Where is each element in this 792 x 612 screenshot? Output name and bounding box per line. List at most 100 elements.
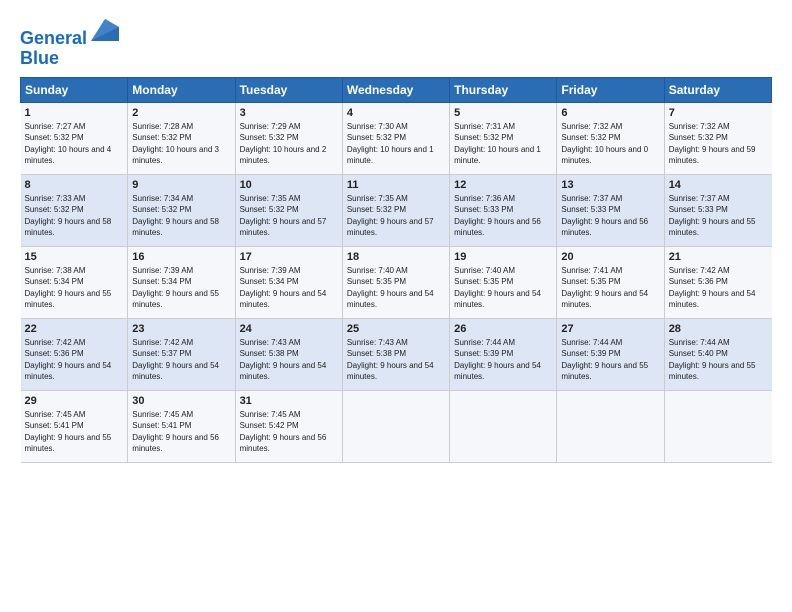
day-info: Sunrise: 7:40 AMSunset: 5:35 PMDaylight:… xyxy=(454,265,552,311)
header-cell-friday: Friday xyxy=(557,77,664,102)
calendar-body: 1Sunrise: 7:27 AMSunset: 5:32 PMDaylight… xyxy=(21,102,772,462)
day-cell: 26 Sunrise: 7:44 AMSunset: 5:39 PMDayligh… xyxy=(450,318,557,390)
day-number: 7 xyxy=(669,107,768,119)
day-cell: 29 Sunrise: 7:45 AMSunset: 5:41 PMDayligh… xyxy=(21,390,128,462)
day-cell: 24Sunrise: 7:43 AMSunset: 5:38 PMDayligh… xyxy=(235,318,342,390)
day-cell: 3 Sunrise: 7:29 AMSunset: 5:32 PMDaylight… xyxy=(235,102,342,174)
day-cell: 8Sunrise: 7:33 AMSunset: 5:32 PMDaylight… xyxy=(21,174,128,246)
day-cell: 10Sunrise: 7:35 AMSunset: 5:32 PMDayligh… xyxy=(235,174,342,246)
header-cell-thursday: Thursday xyxy=(450,77,557,102)
day-cell: 14 Sunrise: 7:37 AMSunset: 5:33 PMDayligh… xyxy=(664,174,771,246)
day-cell: 5 Sunrise: 7:31 AMSunset: 5:32 PMDaylight… xyxy=(450,102,557,174)
week-row-3: 15 Sunrise: 7:38 AMSunset: 5:34 PMDayligh… xyxy=(21,246,772,318)
day-cell: 6 Sunrise: 7:32 AMSunset: 5:32 PMDaylight… xyxy=(557,102,664,174)
day-number: 5 xyxy=(454,107,552,119)
day-cell: 27 Sunrise: 7:44 AMSunset: 5:39 PMDayligh… xyxy=(557,318,664,390)
day-cell: 30 Sunrise: 7:45 AMSunset: 5:41 PMDayligh… xyxy=(128,390,235,462)
day-number: 4 xyxy=(347,107,445,119)
week-row-4: 22Sunrise: 7:42 AMSunset: 5:36 PMDayligh… xyxy=(21,318,772,390)
day-number: 14 xyxy=(669,179,768,191)
week-row-5: 29 Sunrise: 7:45 AMSunset: 5:41 PMDayligh… xyxy=(21,390,772,462)
day-info: Sunrise: 7:28 AMSunset: 5:32 PMDaylight:… xyxy=(132,121,230,167)
day-info: Sunrise: 7:34 AMSunset: 5:32 PMDaylight:… xyxy=(132,193,230,239)
day-number: 16 xyxy=(132,251,230,263)
day-number: 31 xyxy=(240,395,338,407)
header-cell-sunday: Sunday xyxy=(21,77,128,102)
day-number: 20 xyxy=(561,251,659,263)
day-cell: 18 Sunrise: 7:40 AMSunset: 5:35 PMDayligh… xyxy=(342,246,449,318)
day-info: Sunrise: 7:39 AMSunset: 5:34 PMDaylight:… xyxy=(132,265,230,311)
day-info: Sunrise: 7:45 AMSunset: 5:41 PMDaylight:… xyxy=(25,409,124,455)
day-number: 6 xyxy=(561,107,659,119)
day-number: 27 xyxy=(561,323,659,335)
day-info: Sunrise: 7:44 AMSunset: 5:39 PMDaylight:… xyxy=(561,337,659,383)
day-info: Sunrise: 7:44 AMSunset: 5:40 PMDaylight:… xyxy=(669,337,768,383)
day-info: Sunrise: 7:43 AMSunset: 5:38 PMDaylight:… xyxy=(347,337,445,383)
day-cell: 21Sunrise: 7:42 AMSunset: 5:36 PMDayligh… xyxy=(664,246,771,318)
calendar-header-row: SundayMondayTuesdayWednesdayThursdayFrid… xyxy=(21,77,772,102)
day-number: 17 xyxy=(240,251,338,263)
logo-general: General xyxy=(20,28,87,48)
logo: General Blue xyxy=(20,16,119,69)
day-info: Sunrise: 7:45 AMSunset: 5:41 PMDaylight:… xyxy=(132,409,230,455)
week-row-2: 8Sunrise: 7:33 AMSunset: 5:32 PMDaylight… xyxy=(21,174,772,246)
day-info: Sunrise: 7:41 AMSunset: 5:35 PMDaylight:… xyxy=(561,265,659,311)
day-number: 15 xyxy=(25,251,124,263)
day-number: 10 xyxy=(240,179,338,191)
day-info: Sunrise: 7:27 AMSunset: 5:32 PMDaylight:… xyxy=(25,121,124,167)
day-number: 29 xyxy=(25,395,124,407)
day-cell: 13Sunrise: 7:37 AMSunset: 5:33 PMDayligh… xyxy=(557,174,664,246)
day-info: Sunrise: 7:33 AMSunset: 5:32 PMDaylight:… xyxy=(25,193,124,239)
day-number: 11 xyxy=(347,179,445,191)
header-cell-saturday: Saturday xyxy=(664,77,771,102)
day-cell: 17 Sunrise: 7:39 AMSunset: 5:34 PMDayligh… xyxy=(235,246,342,318)
day-number: 28 xyxy=(669,323,768,335)
day-cell: 7 Sunrise: 7:32 AMSunset: 5:32 PMDaylight… xyxy=(664,102,771,174)
day-info: Sunrise: 7:31 AMSunset: 5:32 PMDaylight:… xyxy=(454,121,552,167)
calendar-page: General Blue SundayMondayTuesdayWednesda… xyxy=(0,0,792,612)
logo-icon xyxy=(91,16,119,44)
logo-blue: Blue xyxy=(20,49,119,69)
header-cell-tuesday: Tuesday xyxy=(235,77,342,102)
header-cell-monday: Monday xyxy=(128,77,235,102)
day-cell: 1Sunrise: 7:27 AMSunset: 5:32 PMDaylight… xyxy=(21,102,128,174)
day-cell: 11Sunrise: 7:35 AMSunset: 5:32 PMDayligh… xyxy=(342,174,449,246)
day-cell: 25 Sunrise: 7:43 AMSunset: 5:38 PMDayligh… xyxy=(342,318,449,390)
day-cell: 12Sunrise: 7:36 AMSunset: 5:33 PMDayligh… xyxy=(450,174,557,246)
day-info: Sunrise: 7:36 AMSunset: 5:33 PMDaylight:… xyxy=(454,193,552,239)
day-number: 30 xyxy=(132,395,230,407)
day-cell: 9Sunrise: 7:34 AMSunset: 5:32 PMDaylight… xyxy=(128,174,235,246)
day-info: Sunrise: 7:37 AMSunset: 5:33 PMDaylight:… xyxy=(669,193,768,239)
calendar-table: SundayMondayTuesdayWednesdayThursdayFrid… xyxy=(20,77,772,463)
day-info: Sunrise: 7:32 AMSunset: 5:32 PMDaylight:… xyxy=(561,121,659,167)
day-number: 18 xyxy=(347,251,445,263)
day-info: Sunrise: 7:42 AMSunset: 5:36 PMDaylight:… xyxy=(669,265,768,311)
day-number: 22 xyxy=(25,323,124,335)
day-cell: 15 Sunrise: 7:38 AMSunset: 5:34 PMDayligh… xyxy=(21,246,128,318)
day-number: 25 xyxy=(347,323,445,335)
day-cell: 20 Sunrise: 7:41 AMSunset: 5:35 PMDayligh… xyxy=(557,246,664,318)
day-cell: 2 Sunrise: 7:28 AMSunset: 5:32 PMDaylight… xyxy=(128,102,235,174)
day-info: Sunrise: 7:44 AMSunset: 5:39 PMDaylight:… xyxy=(454,337,552,383)
header-cell-wednesday: Wednesday xyxy=(342,77,449,102)
day-cell: 4Sunrise: 7:30 AMSunset: 5:32 PMDaylight… xyxy=(342,102,449,174)
day-number: 23 xyxy=(132,323,230,335)
day-cell: 19Sunrise: 7:40 AMSunset: 5:35 PMDayligh… xyxy=(450,246,557,318)
day-cell xyxy=(557,390,664,462)
day-number: 2 xyxy=(132,107,230,119)
day-info: Sunrise: 7:32 AMSunset: 5:32 PMDaylight:… xyxy=(669,121,768,167)
day-cell: 28 Sunrise: 7:44 AMSunset: 5:40 PMDayligh… xyxy=(664,318,771,390)
day-info: Sunrise: 7:39 AMSunset: 5:34 PMDaylight:… xyxy=(240,265,338,311)
day-cell: 22Sunrise: 7:42 AMSunset: 5:36 PMDayligh… xyxy=(21,318,128,390)
week-row-1: 1Sunrise: 7:27 AMSunset: 5:32 PMDaylight… xyxy=(21,102,772,174)
day-cell xyxy=(342,390,449,462)
day-number: 3 xyxy=(240,107,338,119)
day-cell: 16 Sunrise: 7:39 AMSunset: 5:34 PMDayligh… xyxy=(128,246,235,318)
day-cell xyxy=(664,390,771,462)
header: General Blue xyxy=(20,16,772,69)
day-info: Sunrise: 7:38 AMSunset: 5:34 PMDaylight:… xyxy=(25,265,124,311)
day-info: Sunrise: 7:29 AMSunset: 5:32 PMDaylight:… xyxy=(240,121,338,167)
day-number: 26 xyxy=(454,323,552,335)
day-number: 24 xyxy=(240,323,338,335)
day-info: Sunrise: 7:40 AMSunset: 5:35 PMDaylight:… xyxy=(347,265,445,311)
